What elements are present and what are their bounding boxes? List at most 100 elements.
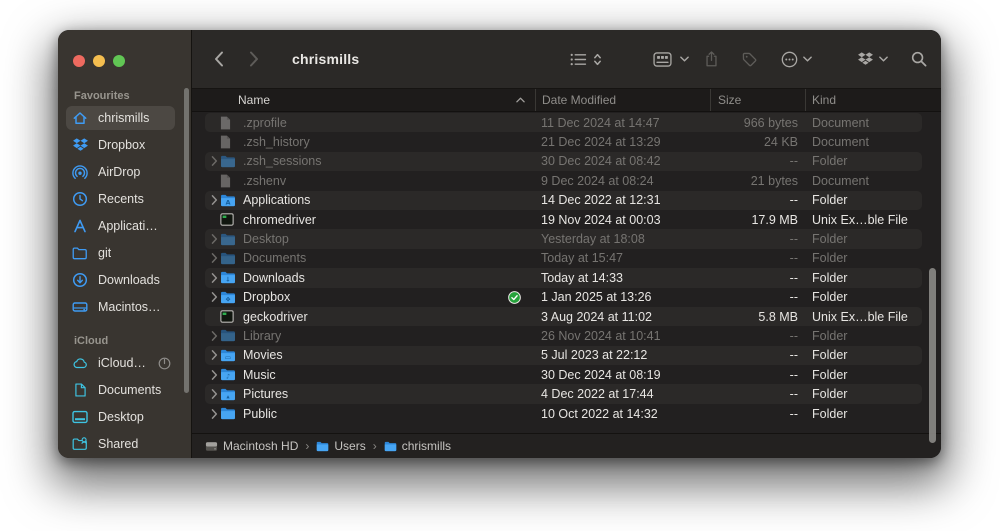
grouping-icon[interactable]: [653, 52, 672, 67]
file-kind: Folder: [805, 329, 922, 343]
file-name: Documents: [243, 251, 306, 265]
folder-icon: [220, 329, 237, 342]
file-size: --: [710, 329, 805, 343]
sidebar-item-git[interactable]: git: [66, 241, 175, 265]
svg-text:A: A: [225, 198, 230, 206]
grouping-chevron-icon[interactable]: [680, 56, 689, 62]
disclosure-chevron-icon[interactable]: [208, 195, 220, 205]
minimize-button[interactable]: [93, 55, 105, 67]
file-row-downloads[interactable]: ↓DownloadsToday at 14:33--Folder: [205, 268, 922, 287]
more-options-icon[interactable]: [781, 51, 798, 68]
file-row-applications[interactable]: AApplications14 Dec 2022 at 12:31--Folde…: [205, 191, 922, 210]
disclosure-chevron-icon[interactable]: [208, 273, 220, 283]
path-item-users[interactable]: Users: [316, 439, 365, 453]
dropbox-icon[interactable]: [858, 52, 873, 66]
back-button[interactable]: [214, 51, 224, 67]
sort-chevrons-icon[interactable]: [593, 52, 602, 67]
file-row--zsh-history[interactable]: .zsh_history21 Dec 2024 at 13:2924 KBDoc…: [205, 132, 922, 151]
file-name: Desktop: [243, 232, 289, 246]
date-modified: 1 Jan 2025 at 13:26: [535, 290, 710, 304]
file-kind: Document: [805, 135, 922, 149]
sidebar-scrollbar[interactable]: [184, 88, 189, 393]
file-kind: Folder: [805, 387, 922, 401]
search-icon[interactable]: [911, 51, 927, 67]
folder-icon: [220, 155, 237, 168]
file-row--zshenv[interactable]: .zshenv9 Dec 2024 at 08:2421 bytesDocume…: [205, 171, 922, 190]
zoom-button[interactable]: [113, 55, 125, 67]
tag-icon: [742, 52, 757, 67]
disclosure-chevron-icon[interactable]: [208, 350, 220, 360]
column-header-name[interactable]: Name: [192, 89, 535, 111]
file-row-music[interactable]: ♪Music30 Dec 2024 at 08:19--Folder: [205, 365, 922, 384]
sidebar-item-chrismills[interactable]: chrismills: [66, 106, 175, 130]
file-name: Library: [243, 329, 281, 343]
file-row-library[interactable]: Library26 Nov 2024 at 10:41--Folder: [205, 326, 922, 345]
disclosure-chevron-icon[interactable]: [208, 292, 220, 302]
file-name: .zshenv: [243, 174, 286, 188]
path-separator: ›: [373, 439, 377, 453]
date-modified: 19 Nov 2024 at 00:03: [535, 213, 710, 227]
list-view-icon[interactable]: [570, 53, 587, 66]
sidebar-item-documents[interactable]: Documents: [66, 378, 175, 402]
sidebar-item-label: Desktop: [98, 410, 144, 424]
vertical-scrollbar[interactable]: [929, 268, 936, 443]
path-item-macintosh-hd[interactable]: Macintosh HD: [205, 439, 298, 453]
disclosure-chevron-icon[interactable]: [208, 409, 220, 419]
sidebar-item-macintos-[interactable]: Macintos…: [66, 295, 175, 319]
document-icon: [220, 135, 237, 149]
column-header-size[interactable]: Size: [710, 89, 805, 111]
file-kind: Unix Ex…ble File: [805, 310, 922, 324]
close-button[interactable]: [73, 55, 85, 67]
file-row-documents[interactable]: DocumentsToday at 15:47--Folder: [205, 249, 922, 268]
toolbar: chrismills: [192, 30, 941, 88]
file-size: --: [710, 271, 805, 285]
column-header-date-modified[interactable]: Date Modified: [535, 89, 710, 111]
home-icon: [72, 110, 88, 126]
sidebar-item-dropbox[interactable]: Dropbox: [66, 133, 175, 157]
disclosure-chevron-icon[interactable]: [208, 156, 220, 166]
file-kind: Folder: [805, 232, 922, 246]
folder-icon: [220, 233, 237, 246]
sidebar-item-desktop[interactable]: Desktop: [66, 405, 175, 429]
file-size: 966 bytes: [710, 116, 805, 130]
date-modified: Today at 14:33: [535, 271, 710, 285]
forward-button[interactable]: [249, 51, 259, 67]
sidebar-item-applicati-[interactable]: Applicati…: [66, 214, 175, 238]
sidebar-item-shared[interactable]: Shared: [66, 432, 175, 456]
executable-icon: [220, 310, 237, 323]
file-row-movies[interactable]: ▭Movies5 Jul 2023 at 22:12--Folder: [205, 346, 922, 365]
disclosure-chevron-icon[interactable]: [208, 370, 220, 380]
file-row-geckodriver[interactable]: geckodriver3 Aug 2024 at 11:025.8 MBUnix…: [205, 307, 922, 326]
folder-icon: A: [220, 194, 237, 207]
file-size: --: [710, 290, 805, 304]
more-chevron-icon[interactable]: [803, 56, 812, 62]
folder-icon: [72, 245, 88, 261]
folder-icon: ♪: [220, 368, 237, 381]
file-name: Public: [243, 407, 277, 421]
file-row--zsh-sessions[interactable]: .zsh_sessions30 Dec 2024 at 08:42--Folde…: [205, 152, 922, 171]
path-bar: Macintosh HD› Users› chrismills: [192, 433, 941, 458]
file-kind: Folder: [805, 348, 922, 362]
hard-drive-icon: [72, 299, 88, 315]
file-row--zprofile[interactable]: .zprofile11 Dec 2024 at 14:47966 bytesDo…: [205, 113, 922, 132]
file-size: --: [710, 387, 805, 401]
path-item-chrismills[interactable]: chrismills: [384, 439, 451, 453]
dropbox-chevron-icon[interactable]: [879, 56, 888, 62]
file-row-dropbox[interactable]: ❖Dropbox1 Jan 2025 at 13:26--Folder: [205, 288, 922, 307]
sidebar-item-downloads[interactable]: Downloads: [66, 268, 175, 292]
sidebar-item-airdrop[interactable]: AirDrop: [66, 160, 175, 184]
sidebar-item-icloud-[interactable]: iCloud…: [66, 351, 175, 375]
main-pane: chrismills NameDate ModifiedSizeKind .zp…: [192, 30, 941, 458]
file-row-public[interactable]: Public10 Oct 2022 at 14:32--Folder: [205, 404, 922, 423]
disclosure-chevron-icon[interactable]: [208, 389, 220, 399]
date-modified: 5 Jul 2023 at 22:12: [535, 348, 710, 362]
disclosure-chevron-icon[interactable]: [208, 331, 220, 341]
file-row-pictures[interactable]: ▴Pictures4 Dec 2022 at 17:44--Folder: [205, 384, 922, 403]
file-row-chromedriver[interactable]: chromedriver19 Nov 2024 at 00:0317.9 MBU…: [205, 210, 922, 229]
executable-icon: [220, 213, 237, 226]
column-header-kind[interactable]: Kind: [805, 89, 941, 111]
disclosure-chevron-icon[interactable]: [208, 234, 220, 244]
disclosure-chevron-icon[interactable]: [208, 253, 220, 263]
file-row-desktop[interactable]: DesktopYesterday at 18:08--Folder: [205, 229, 922, 248]
sidebar-item-recents[interactable]: Recents: [66, 187, 175, 211]
